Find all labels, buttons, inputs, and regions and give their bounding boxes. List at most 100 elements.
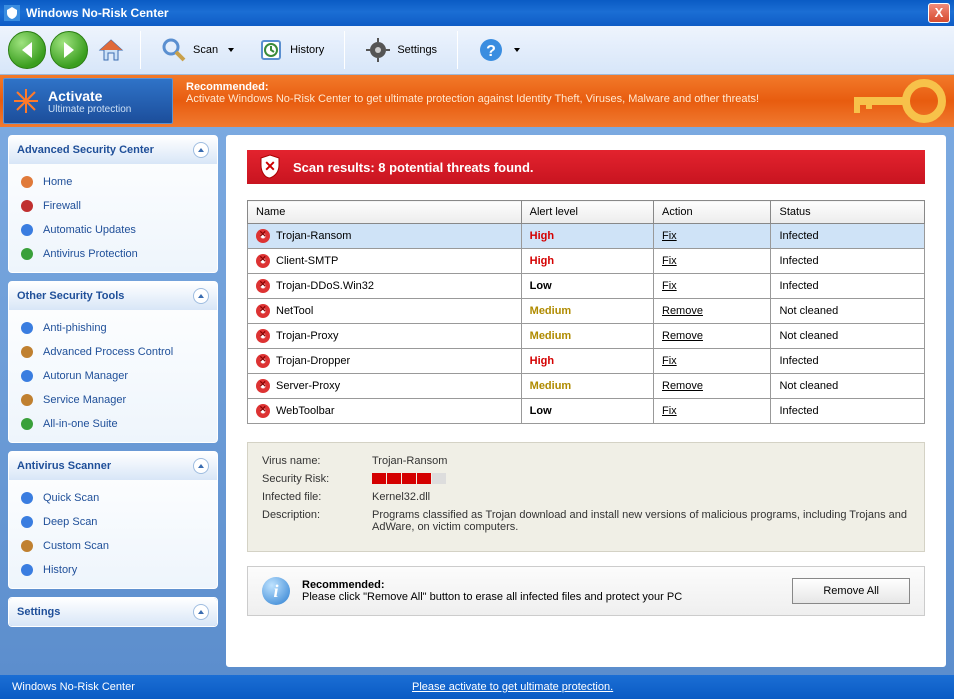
table-row[interactable]: Trojan-RansomHighFixInfected (248, 224, 925, 249)
sidebar-item[interactable]: Advanced Process Control (13, 340, 213, 364)
sidebar-item[interactable]: All-in-one Suite (13, 412, 213, 436)
activate-button[interactable]: Activate Ultimate protection (3, 78, 173, 124)
infected-file-label: Infected file: (262, 491, 372, 503)
threat-action[interactable]: Remove (654, 299, 771, 324)
settings-button[interactable]: Settings (355, 33, 447, 67)
remove-all-button[interactable]: Remove All (792, 578, 910, 604)
panel-title: Settings (17, 606, 60, 618)
banner-body: Activate Windows No-Risk Center to get u… (186, 93, 824, 105)
status-activate-link[interactable]: Please activate to get ultimate protecti… (412, 681, 613, 693)
sidebar-item[interactable]: Service Manager (13, 388, 213, 412)
sidebar-item[interactable]: Firewall (13, 194, 213, 218)
sidebar-item[interactable]: Custom Scan (13, 534, 213, 558)
sidebar-item-label: Custom Scan (43, 540, 109, 552)
threat-action[interactable]: Remove (654, 324, 771, 349)
threat-alert: Low (521, 399, 653, 424)
threat-name: WebToolbar (248, 399, 522, 424)
panel-header[interactable]: Advanced Security Center (9, 136, 217, 164)
panel-header[interactable]: Antivirus Scanner (9, 452, 217, 480)
threat-name: Trojan-Ransom (248, 224, 522, 249)
item-icon (19, 198, 35, 214)
sidebar-panel: Settings (8, 597, 218, 627)
table-row[interactable]: Trojan-DropperHighFixInfected (248, 349, 925, 374)
window-title: Windows No-Risk Center (26, 6, 169, 20)
sidebar-item[interactable]: Anti-phishing (13, 316, 213, 340)
virus-name-label: Virus name: (262, 455, 372, 467)
back-button[interactable] (8, 31, 46, 69)
threat-name: Trojan-DDoS.Win32 (248, 274, 522, 299)
recommend-title: Recommended: (302, 579, 780, 591)
threat-icon (256, 254, 270, 268)
sidebar-item-label: Home (43, 176, 72, 188)
sidebar-item[interactable]: Automatic Updates (13, 218, 213, 242)
threats-table: Name Alert level Action Status Trojan-Ra… (247, 200, 925, 424)
panel-header[interactable]: Settings (9, 598, 217, 626)
panel-header[interactable]: Other Security Tools (9, 282, 217, 310)
close-button[interactable]: X (928, 3, 950, 23)
threat-name: Trojan-Proxy (248, 324, 522, 349)
col-name[interactable]: Name (248, 201, 522, 224)
col-status[interactable]: Status (771, 201, 925, 224)
table-row[interactable]: Trojan-DDoS.Win32LowFixInfected (248, 274, 925, 299)
home-button[interactable] (92, 31, 130, 69)
arrow-left-icon (22, 42, 32, 58)
sidebar-item[interactable]: Autorun Manager (13, 364, 213, 388)
chevron-down-icon (228, 48, 234, 52)
threat-name: NetTool (248, 299, 522, 324)
settings-label: Settings (397, 44, 437, 56)
shield-icon: ✕ (259, 154, 281, 180)
infected-file-value: Kernel32.dll (372, 491, 910, 503)
table-row[interactable]: Server-ProxyMediumRemoveNot cleaned (248, 374, 925, 399)
threat-status: Infected (771, 274, 925, 299)
threat-action[interactable]: Fix (654, 399, 771, 424)
sidebar-item[interactable]: Antivirus Protection (13, 242, 213, 266)
forward-button[interactable] (50, 31, 88, 69)
gear-icon (365, 37, 391, 63)
sidebar-item-label: Advanced Process Control (43, 346, 173, 358)
scan-button[interactable]: Scan (151, 33, 244, 67)
history-icon (258, 37, 284, 63)
col-alert[interactable]: Alert level (521, 201, 653, 224)
threat-icon (256, 354, 270, 368)
sidebar-item[interactable]: History (13, 558, 213, 582)
help-button[interactable]: ? (468, 33, 530, 67)
sidebar-item-label: All-in-one Suite (43, 418, 118, 430)
chevron-up-icon (193, 458, 209, 474)
sidebar-item[interactable]: Deep Scan (13, 510, 213, 534)
item-icon (19, 490, 35, 506)
sidebar-panel: Antivirus Scanner Quick Scan Deep Scan Cust… (8, 451, 218, 589)
sidebar-item[interactable]: Home (13, 170, 213, 194)
scan-results-bar: ✕ Scan results: 8 potential threats foun… (247, 150, 925, 184)
key-icon (834, 75, 954, 127)
threat-alert: High (521, 349, 653, 374)
help-icon: ? (478, 37, 504, 63)
star-icon (12, 87, 40, 115)
banner-heading: Recommended: (186, 81, 824, 93)
threat-status: Not cleaned (771, 324, 925, 349)
threat-alert: Medium (521, 324, 653, 349)
threat-status: Infected (771, 349, 925, 374)
sidebar-item-label: Deep Scan (43, 516, 97, 528)
table-row[interactable]: NetToolMediumRemoveNot cleaned (248, 299, 925, 324)
table-row[interactable]: Trojan-ProxyMediumRemoveNot cleaned (248, 324, 925, 349)
item-icon (19, 562, 35, 578)
threat-action[interactable]: Fix (654, 249, 771, 274)
description-value: Programs classified as Trojan download a… (372, 509, 910, 533)
sidebar-item[interactable]: Quick Scan (13, 486, 213, 510)
threat-action[interactable]: Fix (654, 274, 771, 299)
item-icon (19, 416, 35, 432)
item-icon (19, 538, 35, 554)
table-row[interactable]: WebToolbarLowFixInfected (248, 399, 925, 424)
threat-action[interactable]: Remove (654, 374, 771, 399)
app-icon (4, 5, 20, 21)
item-icon (19, 222, 35, 238)
sidebar-item-label: Anti-phishing (43, 322, 107, 334)
threat-action[interactable]: Fix (654, 224, 771, 249)
status-app-name: Windows No-Risk Center (12, 681, 412, 693)
risk-segment (372, 473, 386, 484)
table-row[interactable]: Client-SMTPHighFixInfected (248, 249, 925, 274)
col-action[interactable]: Action (654, 201, 771, 224)
history-button[interactable]: History (248, 33, 334, 67)
threat-action[interactable]: Fix (654, 349, 771, 374)
svg-text:✕: ✕ (264, 158, 276, 174)
